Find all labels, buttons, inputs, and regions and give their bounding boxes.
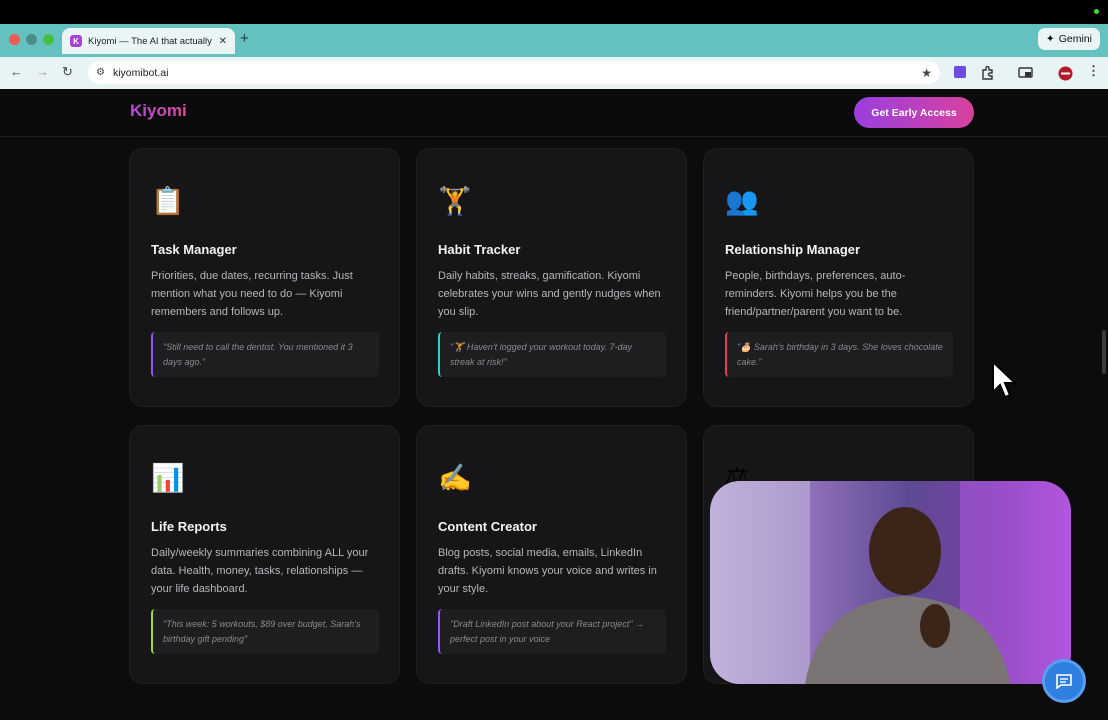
status-dot (1094, 9, 1099, 14)
chat-bubble-icon[interactable] (1042, 659, 1086, 703)
weightlifter-icon: 🏋 (438, 186, 472, 216)
favicon-icon: K (70, 35, 82, 47)
card-description: Blog posts, social media, emails, Linked… (438, 547, 657, 595)
writing-hand-icon: ✍ (438, 463, 472, 493)
sparkle-icon: ✦ (1045, 33, 1055, 45)
people-icon: 👥 (725, 186, 759, 216)
cast-icon[interactable] (1018, 66, 1034, 80)
close-window-button[interactable] (9, 34, 20, 45)
card-example-quote: "Still need to call the dentist. You men… (151, 332, 379, 377)
feature-card: ✍ Content Creator Blog posts, social med… (416, 425, 687, 684)
feature-card: 🏋 Habit Tracker Daily habits, streaks, g… (416, 148, 687, 407)
maximize-window-button[interactable] (43, 34, 54, 45)
card-title: Task Manager (151, 242, 237, 257)
card-example-quote: "🎂 Sarah's birthday in 3 days. She loves… (725, 332, 953, 377)
os-menu-bar (0, 0, 1108, 24)
more-menu-icon[interactable]: ⋮ (1087, 63, 1100, 79)
star-icon[interactable]: ★ (921, 66, 932, 80)
puzzle-icon[interactable] (980, 66, 994, 80)
card-title: Life Reports (151, 519, 227, 534)
site-logo[interactable]: Kiyomi (130, 101, 187, 121)
gemini-label: Gemini (1058, 33, 1092, 45)
person-silhouette (710, 481, 1071, 684)
address-bar[interactable]: ⚙ kiyomibot.ai ★ (88, 61, 940, 84)
card-description: Priorities, due dates, recurring tasks. … (151, 270, 353, 318)
site-header: Kiyomi Get Early Access (0, 89, 1108, 137)
card-description: Daily habits, streaks, gamification. Kiy… (438, 270, 661, 318)
card-example-quote: "Draft LinkedIn post about your React pr… (438, 609, 666, 654)
card-title: Content Creator (438, 519, 537, 534)
tab-close-icon[interactable]: ✕ (219, 36, 227, 47)
mouse-pointer-icon (992, 360, 1018, 399)
feature-card: 📋 Task Manager Priorities, due dates, re… (129, 148, 400, 407)
tab-title: Kiyomi — The AI that actually (88, 35, 212, 47)
reload-icon[interactable]: ↻ (62, 64, 73, 80)
url-text: kiyomibot.ai (112, 66, 169, 79)
card-example-quote: "🏋 Haven't logged your workout today. 7-… (438, 332, 666, 377)
feature-card: 📊 Life Reports Daily/weekly summaries co… (129, 425, 400, 684)
browser-tab[interactable]: K Kiyomi — The AI that actually ✕ (62, 28, 235, 54)
get-early-access-button[interactable]: Get Early Access (854, 97, 974, 128)
card-title: Relationship Manager (725, 242, 861, 257)
navigation-bar: ← → ↻ ⚙ kiyomibot.ai ★ ⋮ (0, 57, 1108, 89)
site-settings-icon[interactable]: ⚙ (96, 67, 105, 78)
card-example-quote: "This week: 5 workouts, $89 over budget,… (151, 609, 379, 654)
browser-chrome: K Kiyomi — The AI that actually ✕ + ✦ Ge… (0, 24, 1108, 89)
gemini-button[interactable]: ✦ Gemini (1037, 28, 1100, 50)
new-tab-button[interactable]: + (240, 30, 249, 47)
back-arrow-icon[interactable]: ← (10, 64, 23, 79)
card-description: Daily/weekly summaries combining ALL you… (151, 547, 369, 595)
bar-chart-icon: 📊 (151, 463, 185, 493)
minimize-window-button[interactable] (26, 34, 37, 45)
card-description: People, birthdays, preferences, auto-rem… (725, 270, 906, 318)
forward-arrow-icon[interactable]: → (36, 64, 49, 79)
feature-card: 👥 Relationship Manager People, birthdays… (703, 148, 974, 407)
extension-icon[interactable] (954, 66, 966, 78)
webcam-overlay (710, 481, 1071, 684)
scrollbar-thumb[interactable] (1102, 330, 1106, 374)
profile-avatar-icon[interactable] (1058, 66, 1073, 81)
clipboard-icon: 📋 (151, 186, 185, 216)
card-title: Habit Tracker (438, 242, 521, 257)
